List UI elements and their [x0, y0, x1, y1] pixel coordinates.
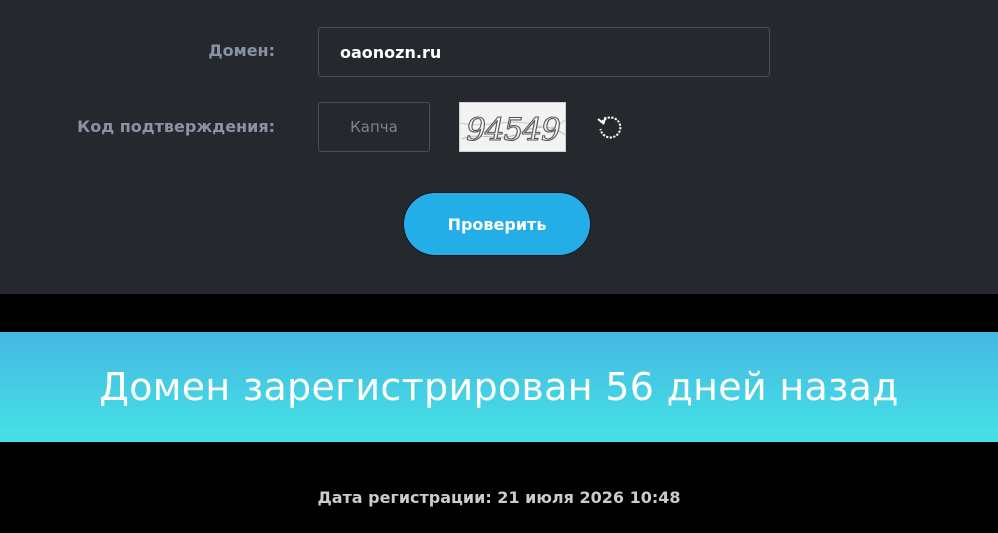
- domain-input[interactable]: [318, 27, 770, 77]
- registration-date: Дата регистрации: 21 июля 2026 10:48: [317, 488, 681, 507]
- domain-check-form: Домен: Код подтверждения: 94549 Проверит…: [0, 0, 998, 294]
- verification-code-label: Код подтверждения:: [77, 117, 275, 136]
- domain-age-text: Домен зарегистрирован 56 дней назад: [99, 365, 899, 409]
- captcha-text: 94549: [466, 112, 560, 148]
- check-button[interactable]: Проверить: [403, 192, 591, 256]
- captcha-image: 94549: [459, 102, 566, 152]
- captcha-input[interactable]: [318, 102, 430, 152]
- refresh-icon[interactable]: [596, 113, 624, 141]
- result-banner: Домен зарегистрирован 56 дней назад: [0, 332, 998, 442]
- domain-label: Домен:: [208, 41, 275, 60]
